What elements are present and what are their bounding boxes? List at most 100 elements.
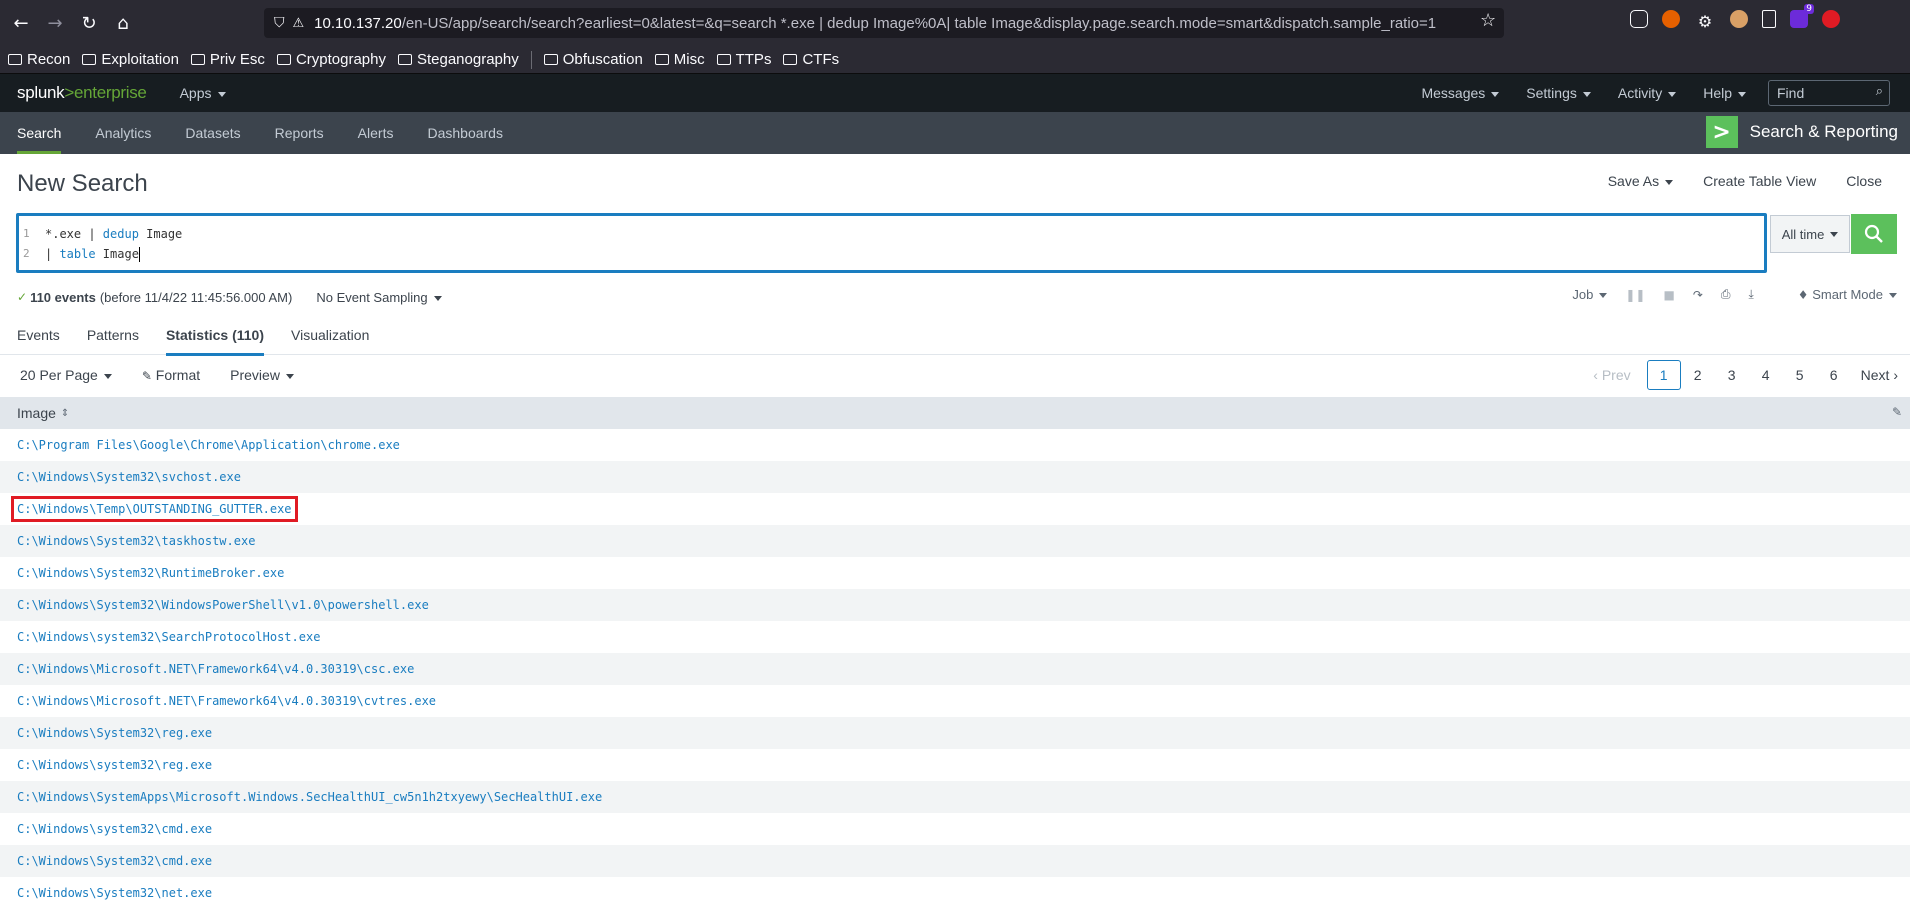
agent-icon[interactable] <box>1730 10 1748 28</box>
create-table-view-button[interactable]: Create Table View <box>1703 173 1816 189</box>
nav-tab-datasets[interactable]: Datasets <box>185 112 240 154</box>
image-path-link[interactable]: C:\Program Files\Google\Chrome\Applicati… <box>17 438 400 452</box>
tab-statistics[interactable]: Statistics (110) <box>165 315 265 356</box>
search-mode-dropdown[interactable]: ♦ Smart Mode <box>1798 287 1897 302</box>
bookmark-label: Recon <box>27 51 71 68</box>
next-page-button[interactable]: Next › <box>1861 367 1898 383</box>
splunk-logo[interactable]: splunk>enterprise <box>17 83 147 103</box>
pause-icon[interactable]: ❚❚ <box>1625 288 1645 302</box>
page-button[interactable]: 2 <box>1681 367 1715 383</box>
image-path-link[interactable]: C:\Windows\System32\net.exe <box>17 886 212 900</box>
table-row: C:\Windows\system32\reg.exe <box>0 749 1910 781</box>
nav-tab-reports[interactable]: Reports <box>275 112 324 154</box>
nav-tab-analytics[interactable]: Analytics <box>95 112 151 154</box>
home-icon[interactable]: ⌂ <box>106 6 140 40</box>
image-path-link[interactable]: C:\Windows\System32\RuntimeBroker.exe <box>17 566 284 580</box>
bookmark-steganography[interactable]: Steganography <box>397 51 519 68</box>
image-path-link[interactable]: C:\Windows\Microsoft.NET\Framework64\v4.… <box>17 662 414 676</box>
cookie-icon[interactable]: ⚙ <box>1694 10 1716 32</box>
reload-icon[interactable]: ↻ <box>72 6 106 40</box>
query-command: table <box>59 247 96 261</box>
bookmark-star-icon[interactable]: ☆ <box>1480 10 1496 31</box>
tab-patterns[interactable]: Patterns <box>87 315 139 355</box>
messages-menu[interactable]: Messages <box>1421 85 1499 101</box>
search-submit-button[interactable] <box>1851 214 1897 254</box>
tab-events[interactable]: Events <box>17 315 60 355</box>
find-input[interactable]: Find ⌕ <box>1768 80 1890 106</box>
address-bar[interactable]: ⛉ ⚠ 10.10.137.20/en-US/app/search/search… <box>264 8 1504 38</box>
stop-icon[interactable]: ■ <box>1663 288 1674 302</box>
apps-menu[interactable]: Apps <box>180 85 226 101</box>
foxyproxy-icon[interactable] <box>1662 10 1680 28</box>
bookmark-recon[interactable]: Recon <box>8 51 70 68</box>
image-path-link[interactable]: C:\Windows\System32\svchost.exe <box>17 470 241 484</box>
help-menu[interactable]: Help <box>1703 85 1746 101</box>
preview-dropdown[interactable]: Preview <box>230 367 294 383</box>
wappalyzer-icon[interactable]: 9 <box>1790 4 1814 28</box>
query-token: *.exe | <box>45 227 103 241</box>
nav-tab-dashboards[interactable]: Dashboards <box>427 112 503 154</box>
forward-icon[interactable]: → <box>38 6 72 40</box>
image-path-link[interactable]: C:\Windows\system32\reg.exe <box>17 758 212 772</box>
settings-menu[interactable]: Settings <box>1526 85 1591 101</box>
clipboard-icon[interactable] <box>1762 10 1776 28</box>
search-query-editor[interactable]: 1 2 *.exe | dedup Image | table Image <box>16 213 1767 273</box>
ublock-icon[interactable] <box>1822 10 1840 28</box>
column-header-image[interactable]: Image ⇕ ✎ <box>0 397 1910 429</box>
sort-icon[interactable]: ⇕ <box>61 408 69 419</box>
share-icon[interactable]: ↷ <box>1693 288 1703 302</box>
bookmark-label: Obfuscation <box>562 51 643 68</box>
bookmark-label: TTPs <box>735 51 772 68</box>
app-title[interactable]: > Search & Reporting <box>1705 116 1898 148</box>
page-title: New Search <box>17 170 148 197</box>
edit-column-icon[interactable]: ✎ <box>1892 405 1902 419</box>
image-path-link[interactable]: C:\Windows\System32\taskhostw.exe <box>17 534 255 548</box>
connection-icon[interactable]: ⚠ <box>293 16 305 31</box>
table-row: C:\Windows\System32\RuntimeBroker.exe <box>0 557 1910 589</box>
image-path-link[interactable]: C:\Windows\System32\cmd.exe <box>17 854 212 868</box>
table-row: C:\Windows\System32\WindowsPowerShell\v1… <box>0 589 1910 621</box>
print-icon[interactable]: ⎙ <box>1721 287 1731 302</box>
bookmark-ctfs[interactable]: CTFs <box>783 51 839 68</box>
page-button[interactable]: 6 <box>1817 367 1851 383</box>
mode-bulb-icon: ♦ <box>1797 288 1809 302</box>
bookmark-priv-esc[interactable]: Priv Esc <box>190 51 265 68</box>
page-button[interactable]: 3 <box>1715 367 1749 383</box>
pocket-icon[interactable] <box>1630 10 1648 28</box>
bookmark-exploitation[interactable]: Exploitation <box>82 51 179 68</box>
nav-tab-search[interactable]: Search <box>17 112 62 154</box>
query-command: dedup <box>102 227 139 241</box>
logo-enterprise: enterprise <box>73 83 147 102</box>
page-button[interactable]: 4 <box>1749 367 1783 383</box>
table-controls: 20 Per Page ✎ Format Preview ‹ Prev 1 2 … <box>0 360 1910 390</box>
page-button[interactable]: 1 <box>1646 360 1681 390</box>
save-as-button[interactable]: Save As <box>1608 173 1673 189</box>
tab-visualization[interactable]: Visualization <box>291 315 369 355</box>
bookmark-cryptography[interactable]: Cryptography <box>276 51 386 68</box>
format-button[interactable]: ✎ Format <box>142 367 200 383</box>
image-path-link[interactable]: C:\Windows\system32\cmd.exe <box>17 822 212 836</box>
bookmark-misc[interactable]: Misc <box>654 51 705 68</box>
image-path-link[interactable]: C:\Windows\Temp\OUTSTANDING_GUTTER.exe <box>11 496 298 522</box>
image-path-link[interactable]: C:\Windows\SystemApps\Microsoft.Windows.… <box>17 790 602 804</box>
close-button[interactable]: Close <box>1846 173 1882 189</box>
pagination: ‹ Prev 1 2 3 4 5 6 Next › <box>1593 360 1898 390</box>
bookmark-ttps[interactable]: TTPs <box>716 51 772 68</box>
image-path-link[interactable]: C:\Windows\system32\SearchProtocolHost.e… <box>17 630 320 644</box>
event-sampling-dropdown[interactable]: No Event Sampling <box>316 290 441 305</box>
nav-tab-alerts[interactable]: Alerts <box>358 112 394 154</box>
back-icon[interactable]: ← <box>4 6 38 40</box>
image-path-link[interactable]: C:\Windows\System32\reg.exe <box>17 726 212 740</box>
shield-icon[interactable]: ⛉ <box>274 15 285 31</box>
export-icon[interactable]: ⤓ <box>1748 287 1753 302</box>
page-button[interactable]: 5 <box>1783 367 1817 383</box>
prev-page-button[interactable]: ‹ Prev <box>1593 367 1630 383</box>
per-page-dropdown[interactable]: 20 Per Page <box>20 367 112 383</box>
activity-menu[interactable]: Activity <box>1618 85 1676 101</box>
logo-gt: > <box>64 83 74 102</box>
image-path-link[interactable]: C:\Windows\System32\WindowsPowerShell\v1… <box>17 598 429 612</box>
time-range-picker[interactable]: All time <box>1770 215 1850 253</box>
image-path-link[interactable]: C:\Windows\Microsoft.NET\Framework64\v4.… <box>17 694 436 708</box>
bookmark-obfuscation[interactable]: Obfuscation <box>543 51 643 68</box>
job-menu[interactable]: Job <box>1572 287 1607 302</box>
